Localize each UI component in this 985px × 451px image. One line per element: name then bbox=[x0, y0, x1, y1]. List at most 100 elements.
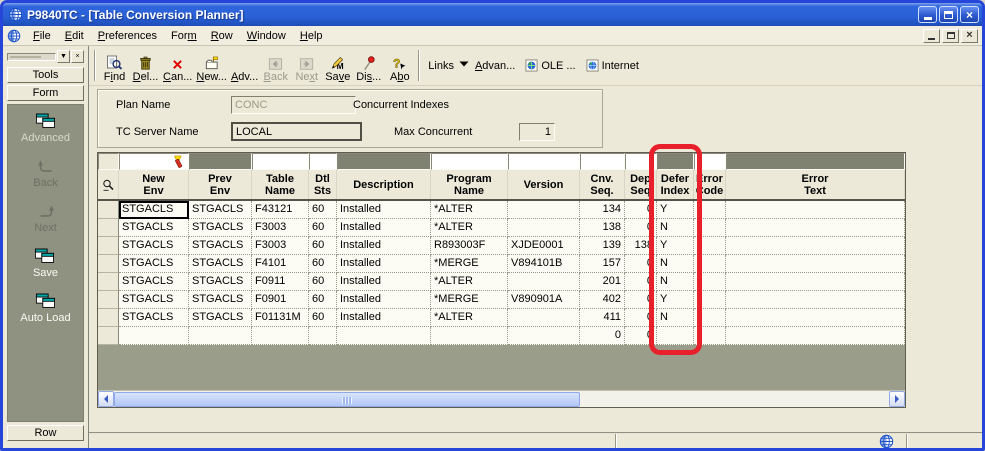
grid-cell[interactable]: 0 bbox=[625, 273, 657, 291]
grid-cell[interactable]: Installed bbox=[337, 291, 431, 309]
grid-cell[interactable] bbox=[508, 219, 580, 237]
grid-cell[interactable]: Y bbox=[657, 237, 694, 255]
grid-cell[interactable]: STGACLS bbox=[189, 237, 252, 255]
grid-cell[interactable] bbox=[508, 309, 580, 327]
row-header[interactable] bbox=[98, 219, 119, 237]
grid-cell[interactable] bbox=[726, 255, 905, 273]
grid-cell[interactable]: STGACLS bbox=[189, 309, 252, 327]
grid-cell[interactable]: *ALTER bbox=[431, 273, 508, 291]
row-header[interactable] bbox=[98, 273, 119, 291]
row-header[interactable] bbox=[98, 291, 119, 309]
grid-cell[interactable]: 138 bbox=[580, 219, 625, 237]
toolbar-button-abo[interactable]: ?Abo bbox=[384, 48, 415, 84]
grid-cell[interactable] bbox=[726, 291, 905, 309]
toolbar-button-can[interactable]: Can... bbox=[161, 48, 194, 84]
sidebar-tools-button[interactable]: Tools bbox=[7, 67, 84, 83]
scroll-left-button[interactable] bbox=[98, 391, 114, 407]
grid-cell[interactable]: *ALTER bbox=[431, 309, 508, 327]
toolbar-button-del[interactable]: Del... bbox=[130, 48, 161, 84]
grid-cell[interactable] bbox=[694, 219, 726, 237]
sidebar-form-button[interactable]: Form bbox=[7, 85, 84, 101]
menu-item-edit[interactable]: Edit bbox=[58, 28, 91, 44]
grid-cell[interactable] bbox=[119, 327, 189, 345]
grid-cell[interactable] bbox=[508, 201, 580, 219]
grid-cell[interactable]: 201 bbox=[580, 273, 625, 291]
grid-cell[interactable]: 0 bbox=[625, 219, 657, 237]
sidebar-item-advanced[interactable]: Advanced bbox=[21, 113, 70, 144]
grid-cell[interactable]: 139 bbox=[580, 237, 625, 255]
scroll-right-button[interactable] bbox=[889, 391, 905, 407]
maximize-button[interactable] bbox=[939, 6, 958, 23]
grid-cell[interactable]: XJDE0001 bbox=[508, 237, 580, 255]
link-item-ole[interactable]: OLE ... bbox=[525, 59, 575, 72]
column-header-cnv_seq[interactable]: Cnv. Seq. bbox=[580, 170, 625, 199]
row-header[interactable] bbox=[98, 201, 119, 219]
grid-cell[interactable]: STGACLS bbox=[119, 237, 189, 255]
grid-cell[interactable] bbox=[337, 327, 431, 345]
toolbar-button-new[interactable]: New... bbox=[194, 48, 229, 84]
mdi-close-button[interactable]: × bbox=[961, 29, 978, 43]
horizontal-scrollbar[interactable] bbox=[98, 390, 905, 407]
row-header[interactable] bbox=[98, 255, 119, 273]
column-header-defer_index[interactable]: Defer Index bbox=[657, 170, 694, 199]
grid-cell[interactable]: 60 bbox=[309, 219, 337, 237]
grid-cell[interactable]: 0 bbox=[625, 255, 657, 273]
grid-cell[interactable] bbox=[726, 201, 905, 219]
grid-cell[interactable] bbox=[309, 327, 337, 345]
qbe-cell-version[interactable] bbox=[508, 153, 580, 170]
grid-cell[interactable]: N bbox=[657, 273, 694, 291]
toolbar-button-find[interactable]: Find bbox=[99, 48, 130, 84]
grid-cell[interactable]: STGACLS bbox=[189, 255, 252, 273]
grid-cell[interactable] bbox=[726, 273, 905, 291]
link-item-advan[interactable]: Advan... bbox=[459, 59, 515, 72]
grid-cell[interactable]: 0 bbox=[580, 327, 625, 345]
qbe-cell-dep_seq[interactable] bbox=[625, 153, 657, 170]
grid-cell[interactable]: STGACLS bbox=[119, 273, 189, 291]
column-header-error_text[interactable]: Error Text bbox=[726, 170, 905, 199]
column-header-version[interactable]: Version bbox=[508, 170, 580, 199]
grid-cell[interactable]: STGACLS bbox=[119, 255, 189, 273]
grid-cell[interactable] bbox=[657, 327, 694, 345]
qbe-cell-new_env[interactable] bbox=[119, 153, 189, 170]
menu-item-help[interactable]: Help bbox=[293, 28, 330, 44]
grid-cell[interactable] bbox=[726, 327, 905, 345]
grid-cell[interactable]: 60 bbox=[309, 309, 337, 327]
qbe-cell-table_name[interactable] bbox=[252, 153, 309, 170]
grid-cell[interactable]: 0 bbox=[625, 327, 657, 345]
grid-cell[interactable]: V890901A bbox=[508, 291, 580, 309]
column-header-new_env[interactable]: New Env bbox=[119, 170, 189, 199]
grid-cell[interactable]: 60 bbox=[309, 291, 337, 309]
grid-cell[interactable]: *MERGE bbox=[431, 255, 508, 273]
mdi-child-icon[interactable] bbox=[7, 29, 21, 43]
grid-cell[interactable]: F3003 bbox=[252, 219, 309, 237]
sidebar-item-auto-load[interactable]: Auto Load bbox=[20, 293, 70, 324]
grid-cell[interactable]: *ALTER bbox=[431, 219, 508, 237]
column-header-rowhead[interactable] bbox=[98, 170, 119, 199]
row-header[interactable] bbox=[98, 237, 119, 255]
grid-cell[interactable]: Installed bbox=[337, 309, 431, 327]
grid-cell[interactable]: F0911 bbox=[252, 273, 309, 291]
grid-cell[interactable]: STGACLS bbox=[189, 219, 252, 237]
menu-item-form[interactable]: Form bbox=[164, 28, 204, 44]
grid-cell[interactable]: Installed bbox=[337, 219, 431, 237]
mdi-minimize-button[interactable] bbox=[923, 29, 940, 43]
grid-cell[interactable]: STGACLS bbox=[119, 309, 189, 327]
grid-cell[interactable]: 157 bbox=[580, 255, 625, 273]
grid-cell[interactable] bbox=[694, 255, 726, 273]
grid-cell[interactable]: 60 bbox=[309, 237, 337, 255]
grid-cell[interactable] bbox=[726, 309, 905, 327]
grid-cell[interactable]: STGACLS bbox=[189, 291, 252, 309]
grid-cell[interactable]: R893003F bbox=[431, 237, 508, 255]
column-header-error_code[interactable]: Error Code bbox=[694, 170, 726, 199]
menu-item-preferences[interactable]: Preferences bbox=[91, 28, 164, 44]
grid-cell[interactable] bbox=[694, 309, 726, 327]
grid-cell[interactable] bbox=[252, 327, 309, 345]
qbe-cell-cnv_seq[interactable] bbox=[580, 153, 625, 170]
grid-cell[interactable]: 60 bbox=[309, 201, 337, 219]
row-header[interactable] bbox=[98, 327, 119, 345]
grid-cell[interactable] bbox=[694, 327, 726, 345]
grid-cell[interactable] bbox=[726, 237, 905, 255]
grid-cell[interactable] bbox=[189, 327, 252, 345]
exit-bar-slider[interactable] bbox=[7, 53, 56, 61]
qbe-cell-program_name[interactable] bbox=[431, 153, 508, 170]
